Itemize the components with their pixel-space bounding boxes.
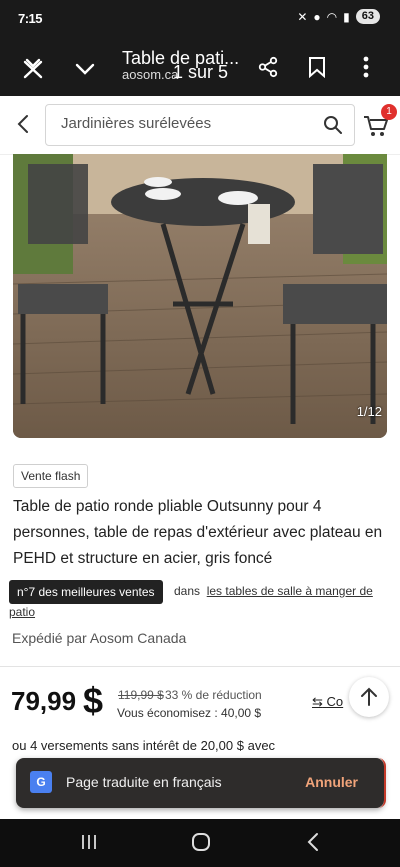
close-tab-icon[interactable] [20, 56, 46, 82]
old-price: 119,99 $ [118, 688, 164, 702]
location-icon: ● [313, 9, 321, 24]
search-icon[interactable] [322, 114, 344, 136]
flash-sale-badge: Vente flash [13, 464, 89, 488]
compare-label: Co [326, 694, 344, 709]
mute-icon: ✕ [297, 9, 308, 24]
best-seller-in: dans [174, 584, 201, 598]
toast-accent [64, 758, 386, 808]
price-currency: $ [83, 680, 104, 721]
best-seller-category-link-cont[interactable]: patio [9, 605, 35, 619]
image-counter: 1/12 [356, 404, 382, 419]
translate-icon: G [30, 771, 52, 793]
bookmark-icon[interactable] [305, 54, 329, 80]
status-icons: ✕ ● ◠ ▮ 63 [297, 9, 380, 24]
search-placeholder: Jardinières surélevées [61, 115, 212, 132]
search-input[interactable]: Jardinières surélevées [45, 104, 355, 146]
browser-top-bar: 7:15 ✕ ● ◠ ▮ 63 Table de pati... aosom.c… [0, 0, 400, 96]
chevron-down-icon[interactable] [72, 56, 98, 82]
browser-url: aosom.ca [122, 67, 179, 82]
arrow-up-icon [361, 687, 377, 706]
product-image[interactable] [13, 154, 387, 438]
savings-label: Vous économisez : 40,00 $ [117, 706, 262, 720]
divider [0, 666, 400, 667]
scroll-to-top-button[interactable] [349, 677, 389, 717]
wifi-icon: ◠ [326, 9, 338, 24]
discount-label: 33 % de réduction [165, 688, 262, 702]
product-title: Table de patio ronde pliable Outsunny po… [13, 498, 383, 567]
back-arrow-icon[interactable] [12, 113, 34, 135]
best-seller-category-link[interactable]: les tables de salle à manger de [207, 584, 373, 598]
recent-apps-icon[interactable] [78, 831, 100, 853]
best-seller-context: dans les tables de salle à manger de [174, 584, 373, 598]
shipped-by: Expédié par Aosom Canada [12, 630, 187, 646]
home-icon[interactable] [189, 830, 213, 854]
android-nav-bar [0, 819, 400, 867]
share-icon[interactable] [255, 54, 281, 80]
compare-icon: ⇆ [312, 694, 323, 709]
installments-text: ou 4 versements sans intérêt de 20,00 $ … [12, 738, 276, 753]
site-search-row: Jardinières surélevées [0, 96, 400, 155]
status-time: 7:15 [18, 11, 43, 26]
price-value: 79,99 [11, 686, 77, 716]
best-seller-badge: n°7 des meilleures ventes [9, 580, 163, 604]
find-counter: 1 sur 5 [173, 62, 229, 82]
battery-indicator: 63 [355, 9, 380, 24]
more-options-icon[interactable] [356, 54, 376, 80]
back-nav-icon[interactable] [302, 830, 324, 854]
compare-button[interactable]: ⇆ Co [312, 694, 343, 710]
signal-icon: ▮ [343, 9, 350, 24]
cart-count-badge: 1 [381, 104, 397, 120]
